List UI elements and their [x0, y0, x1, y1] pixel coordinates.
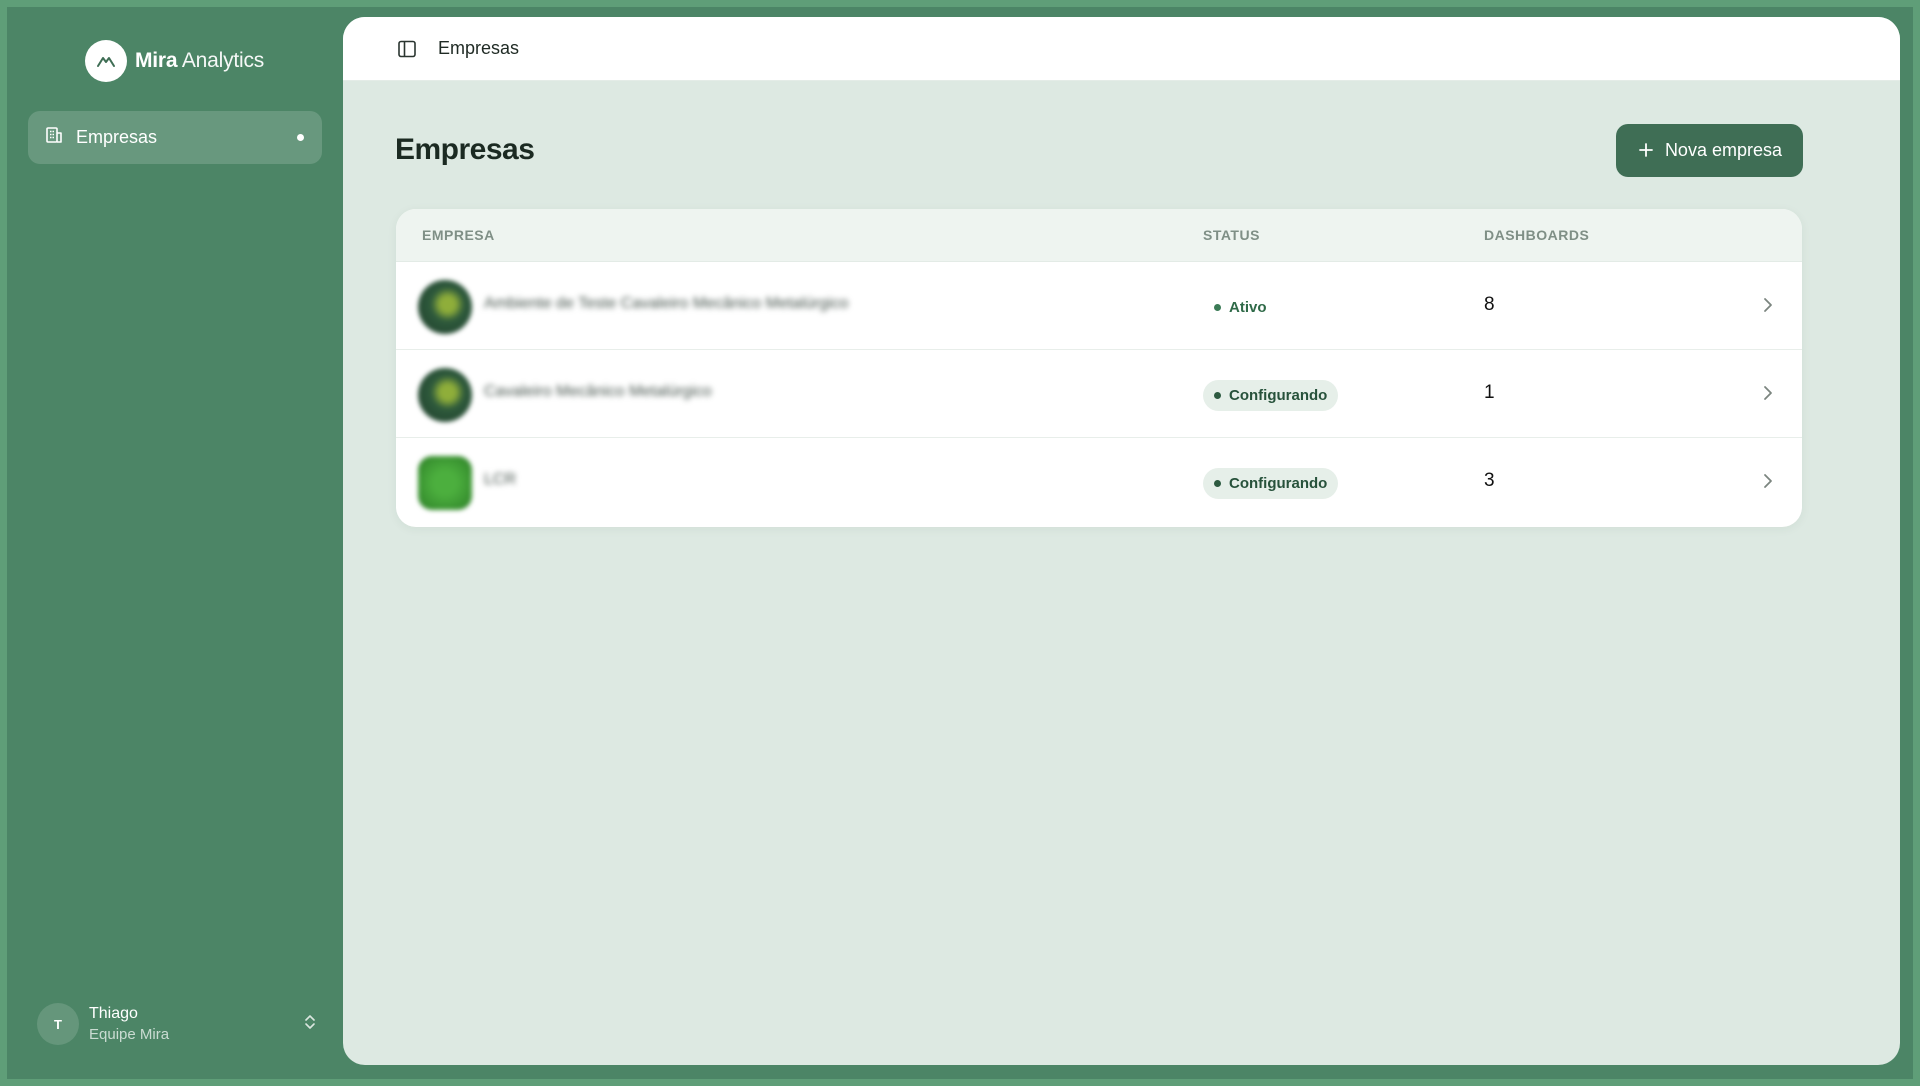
user-menu[interactable]: T Thiago Equipe Mira: [37, 1000, 317, 1048]
table-row[interactable]: Ambiente de Teste Cavaleiro Mecânico Met…: [396, 262, 1802, 350]
chevron-right-icon[interactable]: [1762, 471, 1774, 496]
sidebar: Mira Analytics Empresas T Thiago Equipe …: [7, 7, 343, 1079]
user-team: Equipe Mira: [89, 1026, 170, 1043]
chevron-right-icon[interactable]: [1762, 383, 1774, 408]
company-logo: [418, 456, 472, 510]
building-icon: [44, 125, 64, 150]
table-row[interactable]: LCR Configurando 3: [396, 438, 1802, 526]
table-header: EMPRESA STATUS DASHBOARDS: [396, 209, 1802, 262]
breadcrumb: Empresas: [438, 38, 520, 58]
chevron-right-icon[interactable]: [1762, 295, 1774, 320]
company-name: Ambiente de Teste Cavaleiro Mecânico Met…: [484, 295, 849, 312]
column-header-status: STATUS: [1203, 227, 1260, 243]
dashboards-count: 3: [1484, 470, 1495, 491]
new-company-button[interactable]: Nova empresa: [1615, 123, 1803, 177]
status-badge: Ativo: [1203, 292, 1278, 323]
table-row[interactable]: Cavaleiro Mecânico Metalúrgico Configura…: [396, 350, 1802, 438]
status-badge: Configurando: [1203, 468, 1339, 499]
status-dot: [1214, 304, 1221, 311]
sidebar-toggle-icon[interactable]: [396, 38, 418, 60]
brand-name: Mira Analytics: [135, 48, 265, 72]
avatar: T: [37, 1003, 79, 1045]
company-name: Cavaleiro Mecânico Metalúrgico: [484, 383, 712, 400]
company-name: LCR: [484, 471, 517, 488]
sidebar-item-label: Empresas: [76, 127, 158, 147]
plus-icon: [1637, 141, 1655, 159]
chevron-up-down-icon[interactable]: [303, 1012, 317, 1037]
status-badge: Configurando: [1203, 380, 1339, 411]
column-header-dashboards: DASHBOARDS: [1484, 227, 1590, 243]
topbar: Empresas: [343, 17, 1900, 81]
company-logo: [418, 368, 472, 422]
dashboards-count: 1: [1484, 382, 1495, 403]
companies-table: EMPRESA STATUS DASHBOARDS Ambiente de Te…: [396, 209, 1802, 527]
brand[interactable]: Mira Analytics: [85, 38, 264, 83]
company-logo: [418, 280, 472, 334]
column-header-empresa: EMPRESA: [422, 227, 495, 243]
new-company-label: Nova empresa: [1664, 139, 1782, 160]
mountain-logo-icon: [85, 39, 127, 82]
active-indicator: [297, 134, 304, 141]
user-name: Thiago: [89, 1005, 138, 1022]
status-dot: [1214, 392, 1221, 399]
status-dot: [1214, 480, 1221, 487]
main-panel: Empresas Empresas Nova empresa EMPRESA S…: [343, 17, 1900, 1065]
dashboards-count: 8: [1484, 294, 1495, 315]
page-title: Empresas: [395, 133, 535, 166]
sidebar-item-empresas[interactable]: Empresas: [28, 111, 322, 164]
